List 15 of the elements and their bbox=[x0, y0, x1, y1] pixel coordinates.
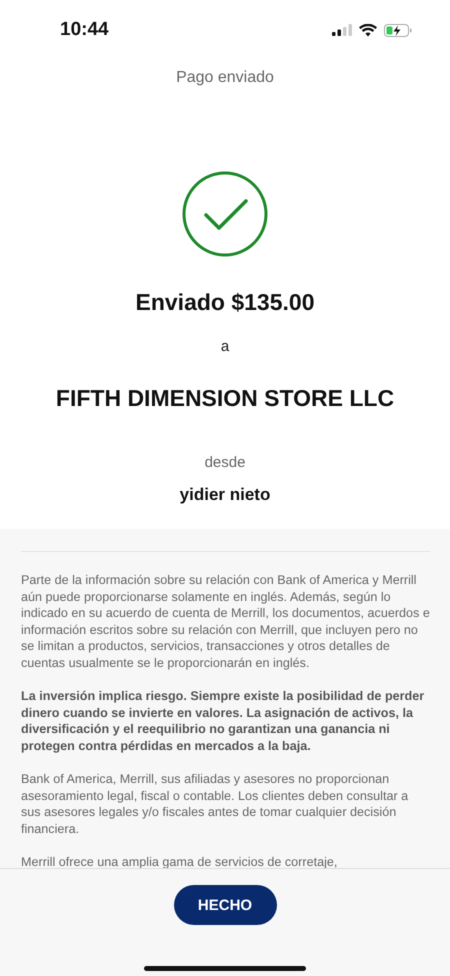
disclosure-paragraph: Parte de la información sobre su relación con Bank of America y Merrill aún puede proporcionarse solamente en inglés. Además, según lo indicado en su acuerdo de cuenta de Merrill, los documentos, acuerdos e información escritos sobre su relación con Merrill, que incluyen pero no se limitan a productos, servicios, transacciones y otros detalles de cuentas usualmente se le proporcionarán en inglés. bbox=[21, 572, 430, 671]
from-label: desde bbox=[204, 454, 246, 471]
screen-title: Pago enviado bbox=[175, 69, 275, 88]
sender-name: yidier nieto bbox=[178, 485, 272, 505]
disclosure-paragraph: La inversión implica riesgo. Siempre existe la posibilidad de perder dinero cuando se invierte en valores. La asignación de activos, la diversificación y el reequilibrio no garantizan una ganancia ni protegen contra pérdidas en mercados a la baja. bbox=[21, 688, 426, 754]
disclosure-paragraph: Bank of America, Merrill, sus afiliadas y asesores no proporcionan asesoramiento legal, fiscal o contable. Los clientes deben consultar a sus asesores legales y/o fiscales antes de tomar cualquier decisión financiera. bbox=[21, 771, 410, 837]
status-time: 10:44 bbox=[60, 19, 109, 41]
checkmark-circle-icon bbox=[182, 171, 268, 257]
battery-charging-icon bbox=[384, 24, 412, 36]
amount-text: Enviado $135.00 bbox=[134, 289, 316, 316]
to-label: a bbox=[220, 338, 230, 355]
done-button[interactable]: HECHO bbox=[174, 885, 276, 925]
signal-icon bbox=[332, 24, 352, 36]
recipient-name: FIFTH DIMENSION STORE LLC bbox=[54, 385, 396, 412]
wifi-icon bbox=[359, 24, 377, 36]
